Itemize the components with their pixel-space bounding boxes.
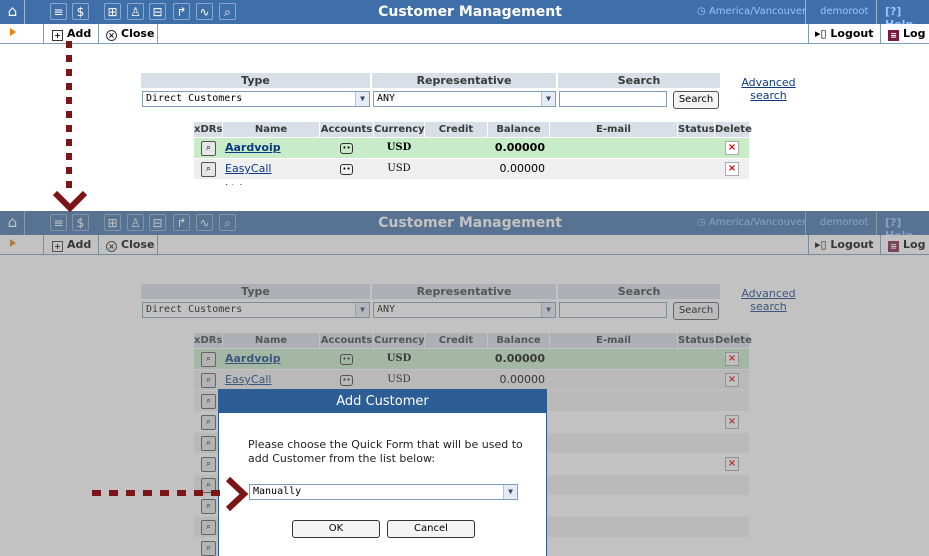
dollar-icon[interactable]: $ (72, 3, 89, 20)
add-customer-dialog: Add Customer Please choose the Quick For… (218, 389, 547, 556)
annotation-dot (126, 490, 135, 496)
col-header: E-mail (550, 122, 677, 137)
annotation-dot (211, 490, 220, 496)
annotation-dot (177, 490, 186, 496)
tree-icon[interactable]: ⊟ (149, 3, 166, 20)
dialog-title: Add Customer (219, 390, 546, 413)
toolbar-divider (880, 24, 881, 44)
annotation-dot (66, 41, 72, 48)
advanced-search-link[interactable]: Advanced search (741, 76, 796, 102)
search-header: Search (558, 73, 720, 88)
dialog-message: Please choose the Quick Form that will b… (248, 438, 523, 465)
annotation-chevron-down-icon (52, 190, 88, 213)
annotation-dot (66, 55, 72, 62)
ok-button[interactable]: OK (292, 520, 380, 538)
title-bar: ⌂ ≡ $ ⊞ ♙ ⊟ ↱ ∿ ⌕ Customer Management ◷ … (0, 0, 929, 31)
log-icon: ≡ (888, 30, 899, 41)
table-row (194, 159, 749, 179)
page-title: Customer Management (378, 4, 562, 20)
representative-select[interactable]: ANY ▼ (373, 91, 556, 107)
log-button[interactable]: ≡ Log (888, 27, 925, 41)
title-divider (876, 0, 877, 24)
balance-cell: 0.00000 (499, 162, 546, 175)
currency-cell: USD (386, 142, 412, 153)
col-header: Credit Limit (425, 122, 487, 150)
representative-header: Representative (372, 73, 556, 88)
chart-icon[interactable]: ∿ (196, 3, 213, 20)
annotation-dot (66, 139, 72, 146)
annotation-dot (66, 181, 72, 188)
col-header: Balance (488, 122, 549, 137)
type-select[interactable]: Direct Customers ▼ (142, 91, 370, 107)
help-icon: [?] (885, 5, 902, 18)
annotation-dot (66, 153, 72, 160)
toolbar-divider (43, 24, 44, 44)
col-header: xDRs (194, 122, 223, 137)
annotation-dot (143, 490, 152, 496)
col-header: Name (223, 122, 319, 137)
zoom-icon[interactable]: ⌕ (201, 162, 216, 177)
quick-form-select[interactable]: Manually ▼ (249, 484, 518, 500)
annotation-dot (92, 490, 101, 496)
home-icon[interactable]: ⌂ (4, 3, 21, 20)
logout-button[interactable]: ▸▯ Logout (815, 27, 874, 40)
zoom-icon[interactable]: ⌕ (201, 141, 216, 156)
customer-name-link[interactable]: Aardvoip (225, 138, 281, 158)
annotation-dot (194, 490, 203, 496)
search-button[interactable]: Search (673, 91, 719, 109)
add-icon: + (52, 30, 63, 41)
annotation-dot (66, 167, 72, 174)
logout-icon: ▸▯ (815, 27, 831, 40)
close-icon: × (106, 30, 117, 41)
dropdown-arrow-icon: ▼ (355, 92, 369, 106)
toolbar-divider (98, 24, 99, 44)
screen-after: ⌂ ≡ $ ⊞ ♙ ⊟ ↱ ∿ ⌕ Customer Management ◷ … (0, 211, 929, 556)
balance-cell: 0.00000 (494, 141, 545, 154)
col-header: Delete (715, 122, 752, 137)
add-button[interactable]: + Add (52, 27, 91, 41)
annotation-dot (66, 97, 72, 104)
search-icon[interactable]: ⌕ (219, 3, 236, 20)
annotation-dot (109, 490, 118, 496)
timezone-link[interactable]: ◷ America/Vancouver (697, 6, 806, 17)
annotation-chevron-right-icon (225, 476, 249, 512)
toolbar-divider (808, 24, 809, 44)
accounts-icon[interactable]: •• (340, 164, 353, 175)
toolbar-divider (157, 24, 158, 44)
search-input[interactable] (559, 91, 667, 107)
annotation-dot (66, 83, 72, 90)
annotation-dot (66, 69, 72, 76)
cancel-button[interactable]: Cancel (387, 520, 475, 538)
annotation-dot (160, 490, 169, 496)
toolbar-arrow-icon (10, 28, 16, 36)
accounts-icon[interactable]: •• (340, 143, 353, 154)
title-divider (24, 0, 25, 24)
col-header: Accounts (320, 122, 373, 137)
col-header: Currency (374, 122, 425, 137)
delete-icon[interactable]: × (725, 162, 739, 176)
delete-icon[interactable]: × (725, 141, 739, 155)
list-icon[interactable]: ≡ (50, 3, 67, 20)
dropdown-arrow-icon: ▼ (503, 485, 517, 499)
annotation-dot (66, 125, 72, 132)
user-link[interactable]: demoroot (820, 6, 868, 17)
type-header: Type (141, 73, 370, 88)
toolbar: + Add × Close ▸▯ Logout ≡ Log (0, 24, 929, 44)
clock-icon: ◷ (697, 6, 709, 17)
annotation-dot (66, 111, 72, 118)
screen-before: ⌂ ≡ $ ⊞ ♙ ⊟ ↱ ∿ ⌕ Customer Management ◷ … (0, 0, 929, 185)
col-header: Status (678, 122, 715, 137)
grid-icon[interactable]: ⊞ (104, 3, 121, 20)
dropdown-arrow-icon: ▼ (541, 92, 555, 106)
currency-cell: USD (387, 163, 411, 174)
person-icon[interactable]: ♙ (127, 3, 144, 20)
close-button[interactable]: × Close (106, 27, 154, 41)
customer-name-link[interactable]: EasyCall Ltd. (225, 159, 271, 185)
import-icon[interactable]: ↱ (173, 3, 190, 20)
